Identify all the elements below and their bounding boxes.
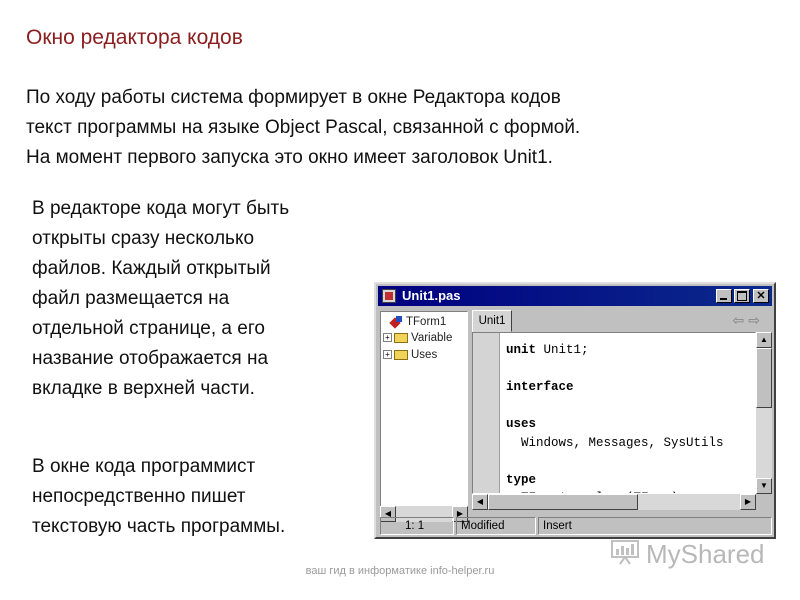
code-lines: unit Unit1; interface uses Windows, Messag… — [506, 341, 724, 493]
status-cursor-position: 1: 1 — [380, 517, 454, 535]
editor-horizontal-scrollbar[interactable]: ◀ ▶ — [472, 494, 756, 510]
scroll-left-icon[interactable]: ◀ — [472, 494, 488, 510]
status-bar: 1: 1 Modified Insert — [378, 517, 772, 535]
slide-title: Окно редактора кодов — [26, 26, 243, 49]
forward-arrow-icon[interactable]: ⇨ — [748, 312, 764, 328]
window-titlebar[interactable]: Unit1.pas ✕ — [378, 286, 772, 306]
code-editor[interactable]: unit Unit1; interface uses Windows, Messag… — [472, 332, 756, 494]
code-editor-window: Unit1.pas ✕ TForm1 + Variable + Uses ◀ ▶ U… — [374, 282, 776, 539]
side-line: В окне кода программист — [32, 456, 256, 477]
side-paragraph-2: В окне кода программист непосредственно … — [32, 452, 367, 542]
back-arrow-icon[interactable]: ⇦ — [733, 312, 749, 328]
status-modified: Modified — [456, 517, 536, 535]
scroll-up-icon[interactable]: ▲ — [756, 332, 772, 348]
scroll-right-icon[interactable]: ▶ — [740, 494, 756, 510]
tree-item-label: Variable — [411, 332, 453, 344]
editor-tabstrip: Unit1 ⇦⇨ — [470, 308, 770, 332]
code-text: Unit1; — [536, 343, 589, 357]
folder-icon — [394, 332, 408, 343]
code-text: Windows, Messages, SysUtils — [506, 435, 724, 450]
code-line: unit Unit1; — [506, 341, 724, 360]
side-line: В редакторе кода могут быть — [32, 198, 290, 219]
code-keyword: unit — [506, 343, 537, 357]
window-title: Unit1.pas — [402, 288, 461, 303]
intro-line: По ходу работы система формирует в окне … — [26, 87, 561, 108]
presentation-icon — [611, 540, 639, 565]
code-line: type — [506, 471, 724, 490]
side-line: название отображается на — [32, 348, 269, 369]
tab-unit1[interactable]: Unit1 — [472, 310, 512, 332]
code-line: interface — [506, 378, 724, 397]
code-keyword: interface — [506, 380, 574, 394]
maximize-button[interactable] — [734, 289, 750, 303]
code-keyword: type — [506, 472, 537, 487]
code-line: uses — [506, 415, 724, 434]
scroll-down-icon[interactable]: ▼ — [756, 478, 772, 494]
intro-paragraph: По ходу работы система формирует в окне … — [26, 83, 786, 173]
folder-icon — [394, 349, 408, 360]
tree-item-label: Uses — [411, 349, 438, 361]
side-line: непосредственно пишет — [32, 486, 246, 507]
editor-vertical-scrollbar[interactable]: ▲ ▼ — [756, 332, 772, 494]
code-line: Windows, Messages, SysUtils — [506, 434, 724, 453]
navigation-arrows[interactable]: ⇦⇨ — [733, 312, 764, 329]
intro-line: На момент первого запуска это окно имеет… — [26, 147, 553, 168]
side-paragraph: В редакторе кода могут быть открыты сраз… — [32, 194, 367, 404]
side-line: вкладке в верхней части. — [32, 378, 255, 399]
scroll-thumb[interactable] — [756, 348, 772, 408]
minimize-button[interactable] — [716, 289, 732, 303]
footer-credit: ваш гид в информатике info-helper.ru — [305, 565, 495, 577]
unit-file-icon — [382, 289, 396, 303]
expand-icon[interactable]: + — [383, 350, 392, 360]
side-line: текстовую часть программы. — [32, 516, 286, 537]
scroll-thumb[interactable] — [488, 494, 638, 510]
close-button[interactable]: ✕ — [753, 289, 769, 303]
form-icon — [389, 316, 403, 328]
editor-gutter — [473, 333, 500, 493]
intro-line: текст программы на языке Object Pascal, … — [26, 117, 581, 138]
tree-item-label: TForm1 — [406, 316, 447, 329]
side-line: файл размещается на — [32, 288, 230, 309]
tree-item-variable[interactable]: + Variable — [383, 332, 452, 344]
code-keyword: uses — [506, 417, 537, 431]
tree-item-tform1[interactable]: TForm1 — [389, 316, 446, 328]
code-explorer-tree[interactable]: TForm1 + Variable + Uses — [380, 311, 468, 507]
expand-icon[interactable]: + — [383, 333, 392, 343]
side-line: открыты сразу несколько — [32, 228, 255, 249]
status-insert-mode: Insert — [538, 517, 772, 535]
side-line: отдельной странице, а его — [32, 318, 265, 339]
tree-item-uses[interactable]: + Uses — [383, 349, 437, 361]
side-line: файлов. Каждый открытый — [32, 258, 271, 279]
